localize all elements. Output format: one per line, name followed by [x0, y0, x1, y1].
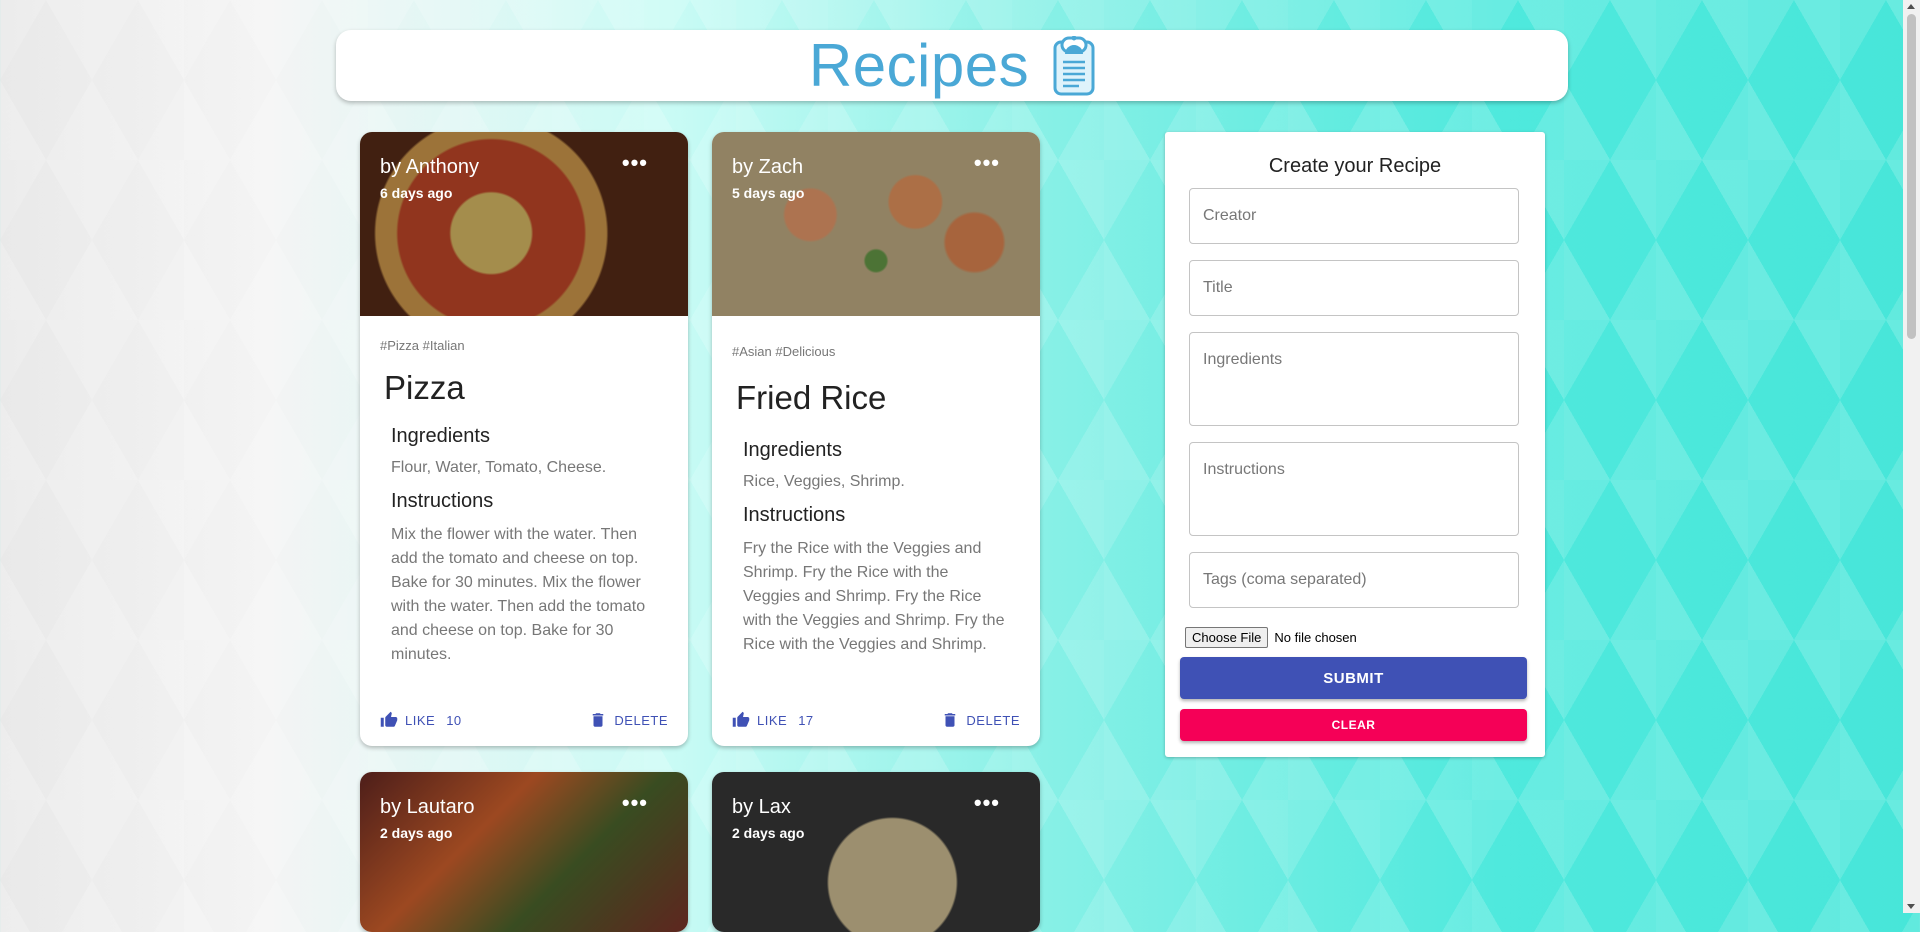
instructions-text: Mix the flower with the water. Then add …	[391, 526, 646, 663]
instructions-placeholder: Instructions	[1203, 461, 1285, 478]
like-label: LIKE	[757, 712, 788, 728]
more-horiz-icon[interactable]: •••	[974, 792, 1000, 814]
more-horiz-icon[interactable]: •••	[974, 152, 1000, 174]
create-recipe-form: Create your Recipe Creator Title Ingredi…	[1165, 132, 1545, 757]
trash-icon	[593, 713, 604, 727]
creator-placeholder: Creator	[1203, 207, 1257, 224]
title-field[interactable]: Title	[1189, 260, 1519, 316]
ingredients-heading: Ingredients	[391, 425, 490, 447]
form-heading: Create your Recipe	[1268, 155, 1442, 177]
post-time: 2 days ago	[380, 825, 453, 841]
choose-file-button[interactable]: Choose File	[1185, 627, 1269, 648]
ingredients-text: Flour, Water, Tomato, Cheese.	[391, 459, 607, 476]
recipe-tags: #Pizza #Italian	[380, 338, 465, 353]
instructions-heading: Instructions	[391, 490, 494, 512]
recipe-image: by Lax 2 days ago •••	[712, 772, 1040, 932]
page-title: Recipes	[808, 32, 1030, 99]
instructions-heading: Instructions	[743, 504, 846, 526]
recipe-title: Pizza	[384, 369, 465, 406]
recipe-card: by Anthony 6 days ago ••• #Pizza #Italia…	[360, 132, 688, 746]
delete-label: DELETE	[966, 712, 1020, 728]
submit-button[interactable]: SUBMIT	[1180, 657, 1527, 699]
delete-button[interactable]: DELETE	[589, 711, 668, 729]
recipe-image: by Lautaro 2 days ago •••	[360, 772, 688, 932]
clear-button[interactable]: CLEAR	[1180, 709, 1527, 741]
instructions-text: Fry the Rice with the Veggies and Shrimp…	[743, 540, 1005, 653]
like-label: LIKE	[405, 712, 436, 728]
like-button[interactable]: LIKE 10	[380, 711, 462, 729]
creator-name: by Anthony	[380, 156, 479, 178]
more-horiz-icon[interactable]: •••	[622, 792, 648, 814]
recipe-clipboard-icon	[1053, 35, 1095, 95]
creator-name: by Zach	[732, 156, 804, 178]
delete-label: DELETE	[614, 712, 668, 728]
trash-icon	[945, 713, 956, 727]
post-time: 6 days ago	[380, 185, 453, 201]
recipe-title: Fried Rice	[736, 379, 887, 416]
delete-button[interactable]: DELETE	[941, 711, 1020, 729]
ingredients-field[interactable]: Ingredients	[1189, 332, 1519, 426]
more-horiz-icon[interactable]: •••	[622, 152, 648, 174]
ingredients-placeholder: Ingredients	[1203, 351, 1283, 368]
creator-name: by Lax	[732, 796, 791, 818]
creator-name: by Lautaro	[380, 796, 475, 818]
recipe-card: by Lax 2 days ago •••	[712, 772, 1040, 932]
scroll-up-icon[interactable]	[1907, 4, 1915, 9]
like-count: 10	[446, 712, 462, 728]
thumb-up-icon	[380, 711, 398, 727]
ingredients-text: Rice, Veggies, Shrimp.	[743, 473, 905, 490]
page-scrollbar[interactable]	[1903, 0, 1920, 913]
file-status: No file chosen	[1274, 630, 1357, 645]
recipe-tags: #Asian #Delicious	[732, 344, 836, 359]
recipe-card: by Lautaro 2 days ago •••	[360, 772, 688, 932]
recipe-image: by Zach 5 days ago •••	[712, 132, 1040, 316]
like-count: 17	[798, 712, 814, 728]
app-header: Recipes	[336, 30, 1568, 101]
title-placeholder: Title	[1203, 279, 1233, 296]
like-button[interactable]: LIKE 17	[732, 711, 814, 729]
tags-field[interactable]: Tags (coma separated)	[1189, 552, 1519, 608]
scroll-down-icon[interactable]	[1907, 904, 1915, 909]
file-input: Choose File No file chosen	[1185, 627, 1357, 648]
post-time: 2 days ago	[732, 825, 805, 841]
recipe-card: by Zach 5 days ago ••• #Asian #Delicious…	[712, 132, 1040, 746]
scroll-thumb[interactable]	[1907, 14, 1916, 339]
instructions-field[interactable]: Instructions	[1189, 442, 1519, 536]
creator-field[interactable]: Creator	[1189, 188, 1519, 244]
card-actions: LIKE 17 DELETE	[712, 708, 1040, 732]
post-time: 5 days ago	[732, 185, 805, 201]
tags-placeholder: Tags (coma separated)	[1203, 571, 1367, 588]
recipe-image: by Anthony 6 days ago •••	[360, 132, 688, 316]
card-actions: LIKE 10 DELETE	[360, 708, 688, 732]
thumb-up-icon	[732, 711, 750, 727]
ingredients-heading: Ingredients	[743, 439, 842, 461]
